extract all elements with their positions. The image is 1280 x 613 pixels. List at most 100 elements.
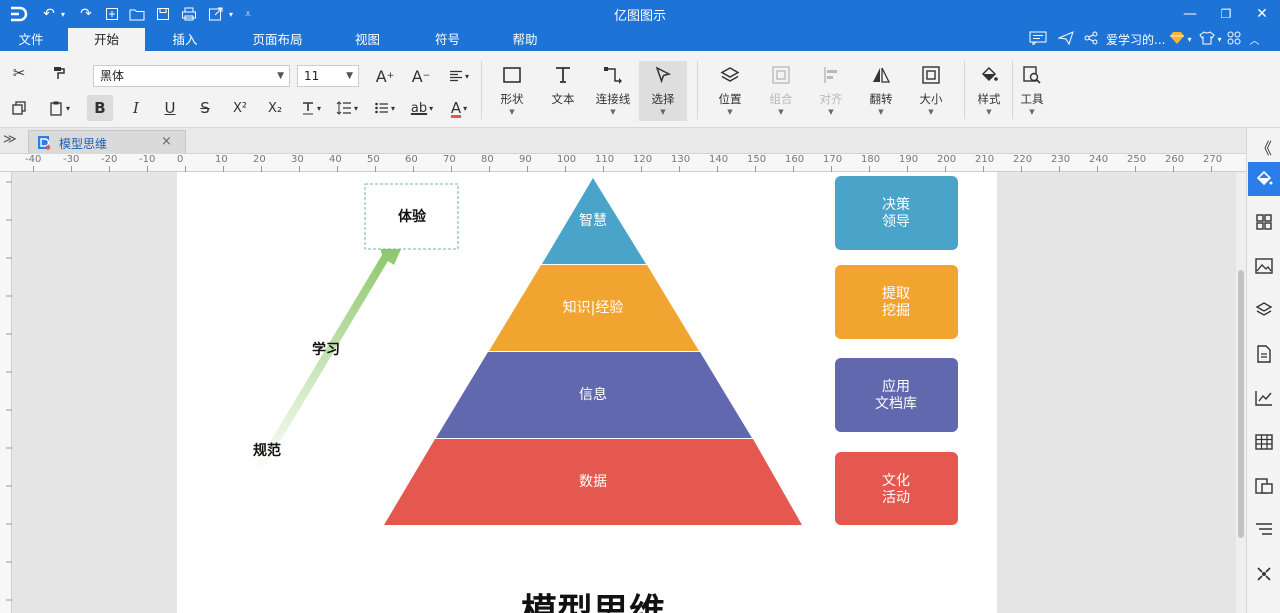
send-icon[interactable] bbox=[1054, 31, 1078, 48]
tab-close-icon[interactable]: × bbox=[161, 134, 172, 149]
menu-help[interactable]: 帮助 bbox=[495, 28, 555, 51]
side-box-extract[interactable] bbox=[835, 265, 958, 339]
text-label: 文本 bbox=[551, 92, 575, 106]
app-logo-icon[interactable] bbox=[8, 4, 28, 24]
close-icon[interactable]: ✕ bbox=[1244, 2, 1280, 26]
vertical-scrollbar[interactable] bbox=[1236, 172, 1246, 613]
connector-button[interactable]: 连接线 ▼ bbox=[589, 61, 637, 121]
user-name[interactable]: 爱学习的... bbox=[1106, 31, 1165, 48]
menu-home[interactable]: 开始 bbox=[68, 28, 145, 51]
superscript-button[interactable]: X² bbox=[227, 95, 253, 121]
italic-button[interactable]: I bbox=[123, 95, 149, 121]
undo-dropdown-icon[interactable]: ▾ bbox=[58, 4, 68, 24]
chart-panel-icon[interactable] bbox=[1248, 381, 1280, 415]
chevron-down-icon: ▼ bbox=[986, 108, 992, 116]
font-size-select[interactable]: 11 ▼ bbox=[297, 65, 359, 87]
decrease-font-icon[interactable]: A − bbox=[408, 63, 434, 89]
table-panel-icon[interactable] bbox=[1248, 425, 1280, 459]
undo-icon[interactable]: ↶ bbox=[40, 4, 58, 24]
cut-icon[interactable]: ✂ bbox=[6, 60, 32, 86]
flip-button[interactable]: 翻转 ▼ bbox=[857, 61, 905, 121]
flip-icon bbox=[873, 67, 891, 83]
pyramid-label-data: 数据 bbox=[579, 474, 607, 490]
flip-label: 翻转 bbox=[869, 92, 893, 106]
bullet-list-icon[interactable]: ▾ bbox=[369, 95, 401, 121]
layers-panel-icon[interactable] bbox=[1248, 293, 1280, 327]
highlight-color-icon[interactable]: ab ▾ bbox=[405, 95, 439, 121]
vip-gem-icon[interactable] bbox=[1169, 31, 1185, 48]
export-icon[interactable] bbox=[206, 4, 226, 24]
apps-grid-icon[interactable] bbox=[1227, 31, 1241, 48]
save-icon[interactable] bbox=[153, 4, 173, 24]
chevron-down-icon: ▼ bbox=[727, 108, 733, 116]
print-icon[interactable] bbox=[179, 4, 199, 24]
shape-button[interactable]: 形状 ▼ bbox=[488, 61, 536, 121]
document-tab[interactable]: 模型思维 × bbox=[28, 130, 186, 154]
user-dropdown-icon[interactable]: ▾ bbox=[1187, 35, 1191, 44]
font-color-icon[interactable]: A ▾ bbox=[442, 95, 476, 121]
connect-panel-icon[interactable] bbox=[1248, 557, 1280, 591]
share-icon[interactable] bbox=[1080, 31, 1102, 48]
expand-library-icon[interactable]: ≫ bbox=[3, 132, 17, 147]
menu-file[interactable]: 文件 bbox=[0, 28, 62, 51]
ruler-tick-label: -10 bbox=[139, 154, 156, 165]
strikethrough-button[interactable]: S bbox=[192, 95, 218, 121]
vertical-ruler-ticks bbox=[6, 181, 12, 601]
select-button[interactable]: 选择 ▼ bbox=[639, 61, 687, 121]
redo-icon[interactable]: ↷ bbox=[76, 4, 96, 24]
menu-page-layout[interactable]: 页面布局 bbox=[240, 28, 315, 51]
diagram-page[interactable]: 体验 学习 规范 智慧 知识|经验 信息 数据 决策 领导 提取 挖掘 应用 文… bbox=[177, 172, 997, 613]
minimize-icon[interactable]: — bbox=[1172, 2, 1208, 26]
side-box-culture-line1: 文化 bbox=[882, 473, 910, 489]
page-properties-icon[interactable] bbox=[1248, 337, 1280, 371]
learning-arrow[interactable] bbox=[251, 247, 402, 474]
outline-panel-icon[interactable] bbox=[1248, 513, 1280, 547]
chevron-down-icon: ▼ bbox=[828, 108, 834, 116]
group-button[interactable]: 组合 ▼ bbox=[757, 61, 805, 121]
size-button[interactable]: 大小 ▼ bbox=[907, 61, 955, 121]
menu-view[interactable]: 视图 bbox=[335, 28, 400, 51]
tools-button[interactable]: 工具 ▼ bbox=[1008, 61, 1056, 121]
restore-icon[interactable]: ❐ bbox=[1208, 2, 1244, 26]
open-folder-icon[interactable] bbox=[127, 4, 147, 24]
ruler-tick-label: 240 bbox=[1089, 154, 1109, 165]
text-align-icon[interactable]: ▾ bbox=[443, 63, 475, 89]
text-direction-icon[interactable]: ▾ bbox=[295, 95, 327, 121]
line-spacing-icon[interactable]: ▾ bbox=[330, 95, 364, 121]
copy-icon[interactable] bbox=[6, 95, 32, 121]
ribbon-separator bbox=[697, 61, 698, 119]
menu-symbols[interactable]: 符号 bbox=[415, 28, 480, 51]
collapse-panel-icon[interactable]: 《 bbox=[1248, 130, 1280, 164]
data-panel-icon[interactable] bbox=[1248, 469, 1280, 503]
font-name-select[interactable]: 黑体 ▼ bbox=[93, 65, 290, 87]
side-box-decision[interactable] bbox=[835, 176, 958, 250]
skin-shirt-icon[interactable] bbox=[1199, 31, 1216, 48]
right-side-panel: 《 bbox=[1246, 128, 1280, 613]
scrollbar-thumb[interactable] bbox=[1238, 270, 1244, 538]
style-button[interactable]: 样式 ▼ bbox=[965, 61, 1013, 121]
ruler-tick-label: 230 bbox=[1051, 154, 1071, 165]
side-box-application[interactable] bbox=[835, 358, 958, 432]
ribbon-collapse-icon[interactable]: ︿ bbox=[1249, 32, 1259, 47]
underline-button[interactable]: U bbox=[157, 95, 183, 121]
subscript-button[interactable]: X₂ bbox=[262, 95, 288, 121]
page-title[interactable]: 模型思维 bbox=[521, 592, 665, 613]
ruler-tick-label: -20 bbox=[101, 154, 118, 165]
fill-style-icon[interactable] bbox=[1248, 162, 1280, 196]
text-button[interactable]: 文本 bbox=[539, 61, 587, 121]
export-dropdown-icon[interactable]: ▾ bbox=[226, 4, 236, 24]
drawing-canvas[interactable]: 体验 学习 规范 智慧 知识|经验 信息 数据 决策 领导 提取 挖掘 应用 文… bbox=[12, 172, 1236, 613]
align-button[interactable]: 对齐 ▼ bbox=[807, 61, 855, 121]
symbol-library-icon[interactable] bbox=[1248, 205, 1280, 239]
image-icon[interactable] bbox=[1248, 249, 1280, 283]
paste-icon[interactable]: ▾ bbox=[44, 95, 76, 121]
position-button[interactable]: 位置 ▼ bbox=[706, 61, 754, 121]
customize-quick-access-icon[interactable]: ⩡ bbox=[240, 4, 256, 24]
new-file-icon[interactable] bbox=[102, 4, 122, 24]
increase-font-icon[interactable]: A + bbox=[372, 63, 398, 89]
menu-insert[interactable]: 插入 bbox=[150, 28, 220, 51]
skin-dropdown-icon[interactable]: ▾ bbox=[1217, 35, 1221, 44]
comment-icon[interactable] bbox=[1026, 31, 1050, 48]
bold-button[interactable]: B bbox=[87, 95, 113, 121]
format-painter-icon[interactable] bbox=[46, 60, 72, 86]
